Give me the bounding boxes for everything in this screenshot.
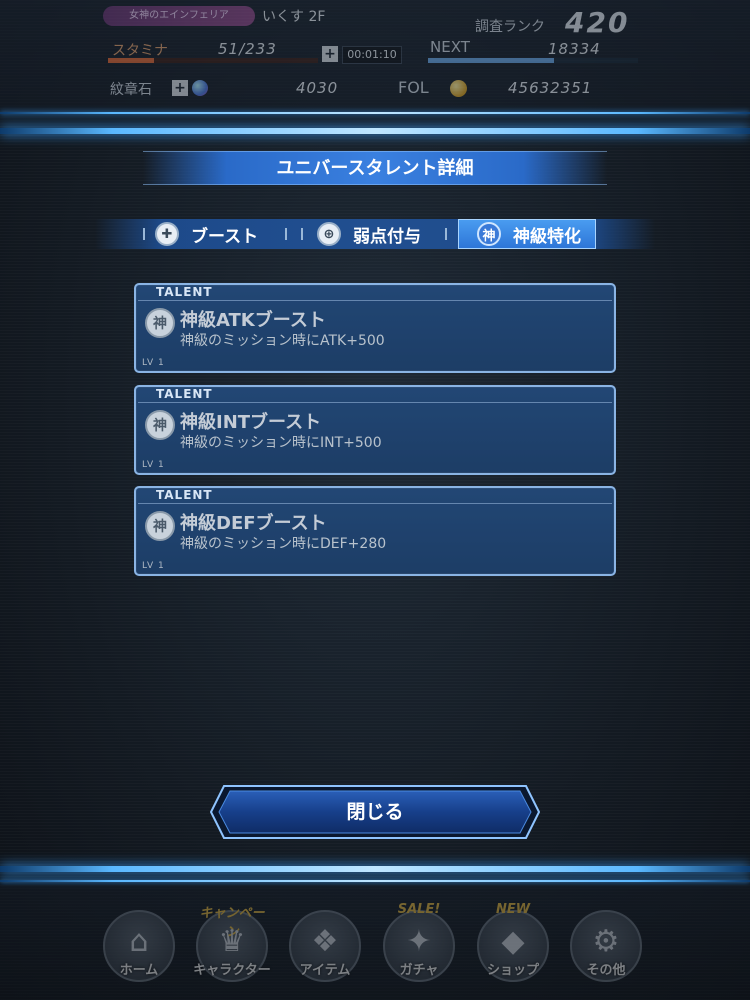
nav-badge: NEW — [495, 902, 531, 917]
card-divider — [138, 402, 612, 403]
shop-icon: ◆ — [501, 924, 525, 959]
talent-card-def[interactable]: TALENT 神 神級DEFブースト 神級のミッション時にDEF+280 LV … — [134, 486, 616, 576]
stamina-plus-button[interactable]: + — [322, 46, 338, 62]
fol-value: 45632351 — [508, 79, 593, 97]
frame-line-top-outer — [0, 112, 750, 114]
god-kanji-icon: 神 — [145, 511, 175, 541]
talent-description: 神級のミッション時にATK+500 — [180, 333, 385, 349]
talent-name: 神級INTブースト — [180, 412, 322, 433]
tab-separator — [285, 228, 287, 240]
tab-bar: ✚ ブースト ⊕ 弱点付与 神 神級特化 — [95, 219, 655, 249]
next-exp-bar — [428, 58, 638, 63]
talent-description: 神級のミッション時にINT+500 — [180, 435, 382, 451]
stamina-timer: 00:01:10 — [342, 46, 402, 64]
tab-weakness[interactable]: ⊕ 弱点付与 — [317, 219, 421, 249]
frame-line-top — [0, 128, 750, 134]
nav-character[interactable]: キャンペーン ♛ キャラクター — [193, 906, 271, 982]
talent-level: LV 1 — [142, 561, 165, 571]
talent-card-int[interactable]: TALENT 神 神級INTブースト 神級のミッション時にINT+500 LV … — [134, 385, 616, 475]
talent-tag: TALENT — [156, 285, 213, 299]
nav-label: その他 — [586, 963, 626, 978]
tab-god-class[interactable]: 神 神級特化 — [458, 219, 596, 249]
fol-label: FOL — [398, 78, 429, 97]
dialog-title: ユニバースタレント詳細 — [143, 151, 607, 185]
nav-label: ショップ — [486, 963, 539, 978]
nav-home[interactable]: ⌂ ホーム — [103, 910, 175, 982]
nav-gacha[interactable]: SALE! ✦ ガチャ — [383, 902, 455, 982]
tab-label: 弱点付与 — [353, 226, 421, 247]
card-divider — [138, 300, 612, 301]
medal-label: 紋章石 — [110, 82, 152, 98]
stamina-fill — [108, 58, 155, 63]
talent-tag: TALENT — [156, 488, 213, 502]
home-icon: ⌂ — [129, 924, 149, 959]
talent-name: 神級DEFブースト — [180, 513, 327, 534]
next-exp-fill — [428, 58, 554, 63]
frame-line-bottom-outer — [0, 880, 750, 882]
medal-gem-icon — [192, 80, 208, 96]
fol-coin-icon — [450, 80, 467, 97]
item-icon: ❖ — [311, 924, 339, 959]
stamina-label: スタミナ — [112, 43, 168, 59]
tab-separator — [143, 228, 145, 240]
talent-description: 神級のミッション時にDEF+280 — [180, 536, 387, 552]
talent-level: LV 1 — [142, 460, 165, 470]
talent-tag: TALENT — [156, 387, 213, 401]
nav-item[interactable]: ❖ アイテム — [289, 910, 361, 982]
nav-label: キャラクター — [193, 963, 271, 978]
gacha-icon: ✦ — [406, 924, 432, 959]
nav-other[interactable]: ⚙ その他 — [570, 910, 642, 982]
nav-shop[interactable]: NEW ◆ ショップ — [477, 902, 549, 982]
card-divider — [138, 503, 612, 504]
medal-value: 4030 — [296, 79, 339, 97]
floor-label: いくす 2F — [262, 9, 326, 25]
cross-icon: ✚ — [155, 222, 179, 246]
tab-boost[interactable]: ✚ ブースト — [155, 219, 258, 249]
god-kanji-icon: 神 — [145, 410, 175, 440]
gear-icon: ⚙ — [592, 924, 620, 959]
title-pill[interactable]: 女神のエインフェリア — [103, 6, 255, 26]
nav-label: アイテム — [299, 963, 351, 978]
god-kanji-icon: 神 — [145, 308, 175, 338]
tab-separator — [445, 228, 447, 240]
talent-level: LV 1 — [142, 358, 165, 368]
medal-plus-button[interactable]: + — [172, 80, 188, 96]
close-button-label: 閉じる — [346, 801, 404, 823]
god-kanji-icon: 神 — [477, 222, 501, 246]
status-bar: 女神のエインフェリア いくす 2F 調査ランク 420 スタミナ 51/233 … — [0, 0, 750, 125]
stamina-bar — [108, 58, 318, 63]
close-button[interactable]: 閉じる — [210, 785, 540, 839]
nav-badge: SALE! — [397, 902, 441, 917]
rank-label: 調査ランク — [475, 19, 545, 35]
talent-card-atk[interactable]: TALENT 神 神級ATKブースト 神級のミッション時にATK+500 LV … — [134, 283, 616, 373]
tab-label: ブースト — [191, 226, 259, 247]
tab-label: 神級特化 — [513, 226, 581, 247]
stamina-value: 51/233 — [218, 40, 277, 58]
frame-line-bottom — [0, 866, 750, 872]
nav-label: ガチャ — [399, 963, 439, 978]
next-value: 18334 — [548, 40, 601, 58]
nav-label: ホーム — [119, 963, 159, 978]
character-icon: ♛ — [218, 924, 246, 959]
talent-name: 神級ATKブースト — [180, 310, 326, 331]
crosshair-icon: ⊕ — [317, 222, 341, 246]
rank-value: 420 — [565, 6, 630, 39]
tab-separator — [301, 228, 303, 240]
next-label: NEXT — [430, 38, 470, 56]
